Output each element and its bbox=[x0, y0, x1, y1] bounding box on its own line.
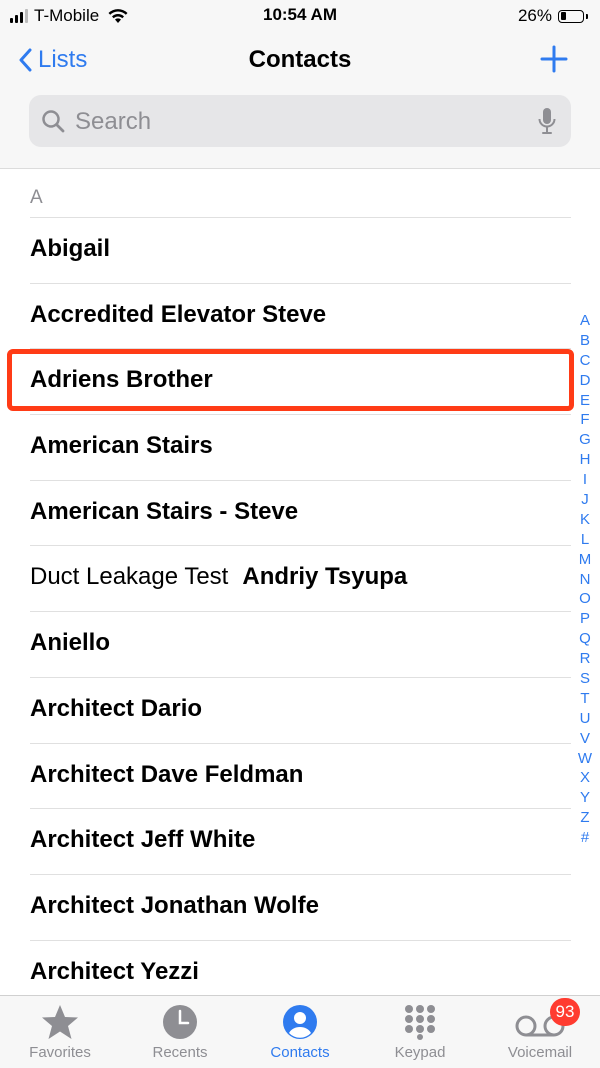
star-icon bbox=[42, 1005, 78, 1039]
contact-full-name: Accredited Elevator Steve bbox=[30, 300, 327, 328]
alphabet-index[interactable]: A B C D E F G H I J K L M N O P Q R S T U V W X Y Z # bbox=[574, 311, 596, 848]
index-letter[interactable]: Q bbox=[574, 629, 596, 649]
index-letter[interactable]: M bbox=[574, 550, 596, 570]
contact-name: Accredited Elevator Steve bbox=[30, 301, 326, 329]
contact-full-name: Abigail bbox=[30, 235, 111, 262]
index-letter[interactable]: L bbox=[574, 530, 596, 550]
contact-row[interactable]: American Stairs bbox=[30, 414, 571, 480]
add-contact-button[interactable] bbox=[540, 45, 568, 73]
battery-cap bbox=[586, 13, 588, 19]
index-letter[interactable]: E bbox=[574, 391, 596, 411]
tab-label: Favorites bbox=[29, 1044, 91, 1061]
battery-fill bbox=[560, 12, 566, 20]
tab-label: Voicemail bbox=[507, 1044, 573, 1061]
contact-row[interactable]: Accredited Elevator Steve bbox=[30, 282, 571, 349]
index-letter[interactable]: Y bbox=[574, 788, 596, 808]
index-letter[interactable]: I bbox=[574, 470, 596, 490]
contact-list: Abigail Accredited Elevator Steve Adriens … bbox=[0, 217, 600, 1005]
index-letter[interactable]: W bbox=[574, 749, 596, 769]
battery-percentage: 26% bbox=[517, 6, 552, 25]
search-icon bbox=[42, 110, 65, 133]
status-right: 26% bbox=[518, 6, 588, 26]
contact-row[interactable]: Architect Dario bbox=[30, 676, 571, 743]
contact-full-name: Adriens Brother bbox=[30, 366, 213, 394]
contact-row[interactable]: Adriens Brother bbox=[30, 348, 571, 414]
contact-row[interactable]: Architect Jonathan Wolfe bbox=[30, 873, 571, 940]
contact-name: Architect Dave Feldman bbox=[30, 761, 303, 789]
index-letter[interactable]: Z bbox=[574, 808, 596, 828]
contact-row[interactable]: Architect Jeff White bbox=[30, 808, 571, 874]
contact-name: American Stairs bbox=[30, 432, 213, 460]
page-title: Contacts bbox=[248, 46, 352, 73]
contact-full-name: Architect Dario bbox=[30, 694, 203, 722]
contact-full-name: Andriy Tsyupa bbox=[242, 563, 408, 591]
contact-full-name: Aniello bbox=[30, 629, 111, 657]
index-letter[interactable]: V bbox=[574, 729, 596, 749]
index-letter[interactable]: # bbox=[574, 828, 596, 848]
contact-row[interactable]: Aniello bbox=[30, 611, 571, 677]
index-letter[interactable]: D bbox=[574, 371, 596, 391]
contact-full-name: Architect Yezzi bbox=[30, 957, 199, 985]
tab-bar: Favorites Recents Contacts Keypad 93 Voi… bbox=[0, 995, 600, 1068]
contact-name: Architect Yezzi bbox=[30, 958, 199, 986]
index-letter[interactable]: T bbox=[574, 689, 596, 709]
keypad-icon bbox=[405, 1005, 435, 1040]
index-letter[interactable]: K bbox=[574, 510, 596, 530]
contact-row[interactable]: Abigail bbox=[30, 217, 571, 283]
contact-row[interactable]: Duct Leakage Test Andriy Tsyupa bbox=[30, 545, 571, 611]
clock-time: 10:54 AM bbox=[262, 5, 337, 24]
index-letter[interactable]: B bbox=[574, 331, 596, 351]
tab-favorites[interactable]: Favorites bbox=[0, 1004, 120, 1061]
contact-full-name: American Stairs - Steve bbox=[30, 497, 299, 525]
navigation-bar: Lists Contacts bbox=[0, 32, 600, 90]
voicemail-badge: 93 bbox=[550, 998, 580, 1026]
search-bar bbox=[0, 90, 600, 169]
index-letter[interactable]: A bbox=[574, 311, 596, 331]
battery-icon bbox=[558, 9, 584, 23]
clock-icon bbox=[163, 1005, 197, 1039]
contact-name: Adriens Brother bbox=[30, 366, 213, 394]
index-letter[interactable]: O bbox=[574, 589, 596, 609]
contact-name: Architect Jonathan Wolfe bbox=[30, 892, 319, 920]
contact-name: Abigail bbox=[30, 235, 110, 263]
person-circle-icon bbox=[283, 1005, 317, 1039]
index-letter[interactable]: P bbox=[574, 609, 596, 629]
contact-name: Architect Jeff White bbox=[30, 826, 255, 854]
index-letter[interactable]: C bbox=[574, 351, 596, 371]
index-letter[interactable]: J bbox=[574, 490, 596, 510]
contact-name: Aniello bbox=[30, 629, 110, 657]
index-letter[interactable]: X bbox=[574, 768, 596, 788]
tab-keypad[interactable]: Keypad bbox=[360, 1004, 480, 1061]
status-bar: T-Mobile 10:54 AM 26% bbox=[0, 0, 600, 32]
contact-row[interactable]: Architect Dave Feldman bbox=[30, 742, 571, 809]
contact-full-name: Architect Jonathan Wolfe bbox=[30, 891, 319, 919]
tab-recents[interactable]: Recents bbox=[120, 1004, 240, 1061]
index-letter[interactable]: F bbox=[574, 410, 596, 430]
tab-label: Recents bbox=[152, 1044, 208, 1061]
index-letter[interactable]: H bbox=[574, 450, 596, 470]
microphone-icon[interactable] bbox=[537, 107, 557, 135]
contact-company: Duct Leakage Test bbox=[30, 563, 229, 591]
index-letter[interactable]: N bbox=[574, 570, 596, 590]
section-header: A bbox=[30, 187, 43, 208]
tab-label: Keypad bbox=[394, 1044, 446, 1061]
index-letter[interactable]: R bbox=[574, 649, 596, 669]
contact-full-name: American Stairs bbox=[30, 432, 213, 460]
contact-name: Architect Dario bbox=[30, 695, 202, 723]
contact-full-name: Architect Dave Feldman bbox=[30, 760, 304, 788]
tab-label: Contacts bbox=[270, 1044, 330, 1061]
index-letter[interactable]: U bbox=[574, 709, 596, 729]
contact-full-name: Architect Jeff White bbox=[30, 826, 256, 854]
contact-name: American Stairs - Steve bbox=[30, 498, 298, 526]
index-letter[interactable]: S bbox=[574, 669, 596, 689]
tab-voicemail[interactable]: 93 Voicemail bbox=[480, 998, 600, 1061]
index-letter[interactable]: G bbox=[574, 430, 596, 450]
contact-row[interactable]: American Stairs - Steve bbox=[30, 479, 571, 546]
search-field[interactable] bbox=[29, 95, 571, 149]
search-input[interactable] bbox=[73, 95, 517, 149]
tab-contacts[interactable]: Contacts bbox=[240, 1004, 360, 1061]
contact-name: Duct Leakage Test Andriy Tsyupa bbox=[30, 563, 407, 591]
